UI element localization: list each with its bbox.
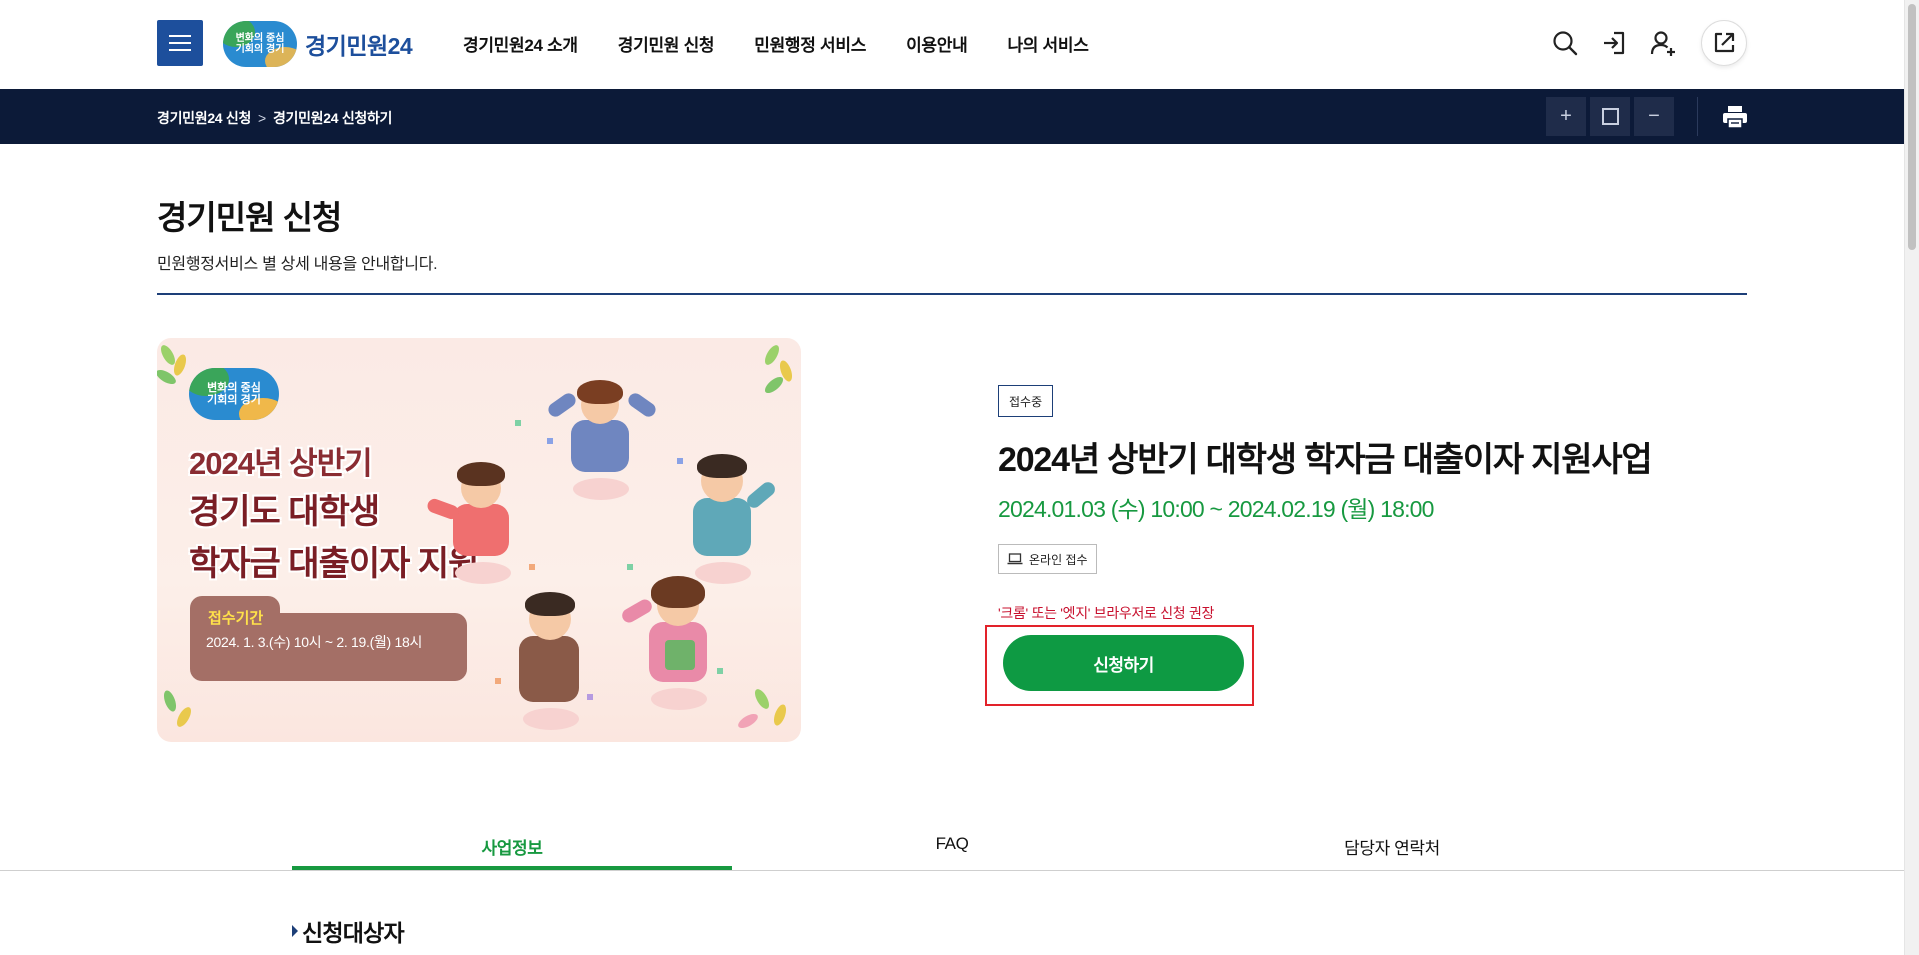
body — [453, 504, 509, 556]
program-period: 2024.01.03 (수) 10:00 ~ 2024.02.19 (월) 18… — [998, 496, 1434, 522]
tabs-divider — [0, 870, 1904, 871]
print-icon — [1723, 105, 1747, 129]
banner-headline-line2: 경기도 대학생 — [189, 493, 380, 531]
arm — [619, 596, 655, 626]
student-illustration — [497, 588, 607, 738]
nav-item-intro[interactable]: 경기민원24 소개 — [463, 31, 578, 56]
site-header: 변화의 중심 기회의 경기 경기민원24 경기민원24 소개 경기민원 신청 민… — [0, 0, 1904, 89]
leaf-decoration — [735, 711, 761, 731]
login-icon — [1604, 31, 1625, 55]
body — [693, 498, 751, 556]
hamburger-icon-line — [169, 49, 191, 51]
breadcrumb-item-apply[interactable]: 경기민원24 신청 — [157, 108, 251, 128]
page-title: 경기민원 신청 — [157, 199, 342, 236]
arm — [425, 496, 461, 522]
zoom-in-button[interactable]: + — [1546, 97, 1586, 136]
channel-badge: 온라인 접수 — [998, 544, 1097, 574]
tab-faq[interactable]: FAQ — [732, 834, 1172, 854]
search-button[interactable] — [1543, 20, 1587, 66]
main-nav: 경기민원24 소개 경기민원 신청 민원행정 서비스 이용안내 나의 서비스 — [463, 31, 1089, 56]
nav-item-guide[interactable]: 이용안내 — [906, 31, 968, 56]
leaf-decoration — [161, 688, 179, 714]
hamburger-icon-line — [169, 35, 191, 37]
breadcrumb-item-current: 경기민원24 신청하기 — [272, 110, 393, 126]
arm — [625, 390, 659, 420]
status-badge: 접수중 — [998, 385, 1054, 417]
page-description: 민원행정서비스 별 상세 내용을 안내합니다. — [157, 256, 438, 273]
breadcrumb-separator: > — [258, 110, 266, 126]
print-button[interactable] — [1717, 97, 1753, 136]
share-icon — [1714, 32, 1735, 53]
body — [519, 636, 579, 702]
browser-notice: '크롬' 또는 '엣지' 브라우저로 신청 권장 — [998, 605, 1215, 621]
zoom-reset-button[interactable] — [1590, 97, 1630, 136]
student-illustration — [545, 376, 659, 506]
shadow — [651, 688, 707, 710]
arm — [545, 390, 579, 420]
nav-item-my-service[interactable]: 나의 서비스 — [1007, 31, 1088, 56]
title-divider — [157, 293, 1747, 295]
logo-text: 경기민원24 — [305, 33, 413, 59]
banner-period-label: 접수기간 — [208, 610, 264, 627]
scrollbar-thumb[interactable] — [1908, 4, 1916, 250]
banner-period-value: 2024. 1. 3.(수) 10시 ~ 2. 19.(월) 18시 — [206, 634, 423, 650]
menu-button[interactable] — [157, 20, 203, 66]
site-logo[interactable]: 변화의 중심 기회의 경기 경기민원24 — [223, 20, 413, 68]
tab-contact[interactable]: 담당자 연락처 — [1172, 834, 1612, 859]
share-button[interactable] — [1701, 20, 1747, 66]
user-icon — [1650, 31, 1675, 56]
banner-headline-line1: 2024년 상반기 — [189, 446, 373, 481]
zoom-controls: + − — [1546, 97, 1674, 136]
arm — [744, 479, 778, 511]
hair — [697, 454, 747, 478]
shadow — [455, 562, 511, 584]
search-icon — [1553, 31, 1578, 56]
tab-business-info[interactable]: 사업정보 — [292, 834, 732, 859]
apply-button[interactable]: 신청하기 — [1003, 635, 1244, 691]
leaf-decoration — [752, 686, 772, 712]
breadcrumb-bar: 경기민원24 신청 > 경기민원24 신청하기 + − — [0, 89, 1904, 144]
zoom-out-button[interactable]: − — [1634, 97, 1674, 136]
section-title: 신청대상자 — [292, 914, 405, 948]
leaf-decoration — [771, 702, 789, 728]
program-title: 2024년 상반기 대학생 학자금 대출이자 지원사업 — [998, 441, 1653, 479]
hair — [457, 462, 505, 486]
triangle-bullet-icon — [292, 925, 298, 937]
shadow — [523, 708, 579, 730]
student-illustration — [425, 458, 537, 588]
hair — [651, 576, 705, 608]
hair — [525, 592, 575, 616]
logo-badge: 변화의 중심 기회의 경기 — [223, 21, 297, 67]
breadcrumb: 경기민원24 신청 > 경기민원24 신청하기 — [157, 108, 392, 128]
student-illustration — [617, 570, 737, 720]
signup-button[interactable] — [1641, 20, 1685, 66]
section-title-text: 신청대상자 — [302, 920, 405, 946]
leaf-decoration — [762, 374, 786, 396]
login-button[interactable] — [1592, 20, 1636, 66]
nav-item-apply[interactable]: 경기민원 신청 — [618, 31, 715, 56]
logo-badge-line1: 변화의 중심 — [235, 33, 285, 44]
student-illustration — [675, 450, 785, 590]
logo-badge-line2: 기회의 경기 — [235, 44, 285, 55]
banner-logo-text: 변화의 중심 기회의 경기 — [207, 382, 261, 406]
program-banner-image: 변화의 중심 기회의 경기 2024년 상반기 경기도 대학생 학자금 대출이자 … — [157, 338, 801, 742]
shadow — [573, 478, 629, 500]
banner-logo: 변화의 중심 기회의 경기 — [189, 368, 279, 420]
leaf-decoration — [174, 704, 194, 730]
divider — [1697, 97, 1698, 136]
book — [665, 640, 695, 670]
hamburger-icon-line — [169, 42, 191, 44]
confetti — [515, 420, 521, 426]
page-scrollbar[interactable] — [1904, 0, 1919, 955]
nav-item-services[interactable]: 민원행정 서비스 — [754, 31, 866, 56]
hair — [577, 380, 623, 404]
laptop-icon — [1007, 553, 1023, 565]
body — [571, 420, 629, 472]
channel-label: 온라인 접수 — [1029, 552, 1088, 567]
